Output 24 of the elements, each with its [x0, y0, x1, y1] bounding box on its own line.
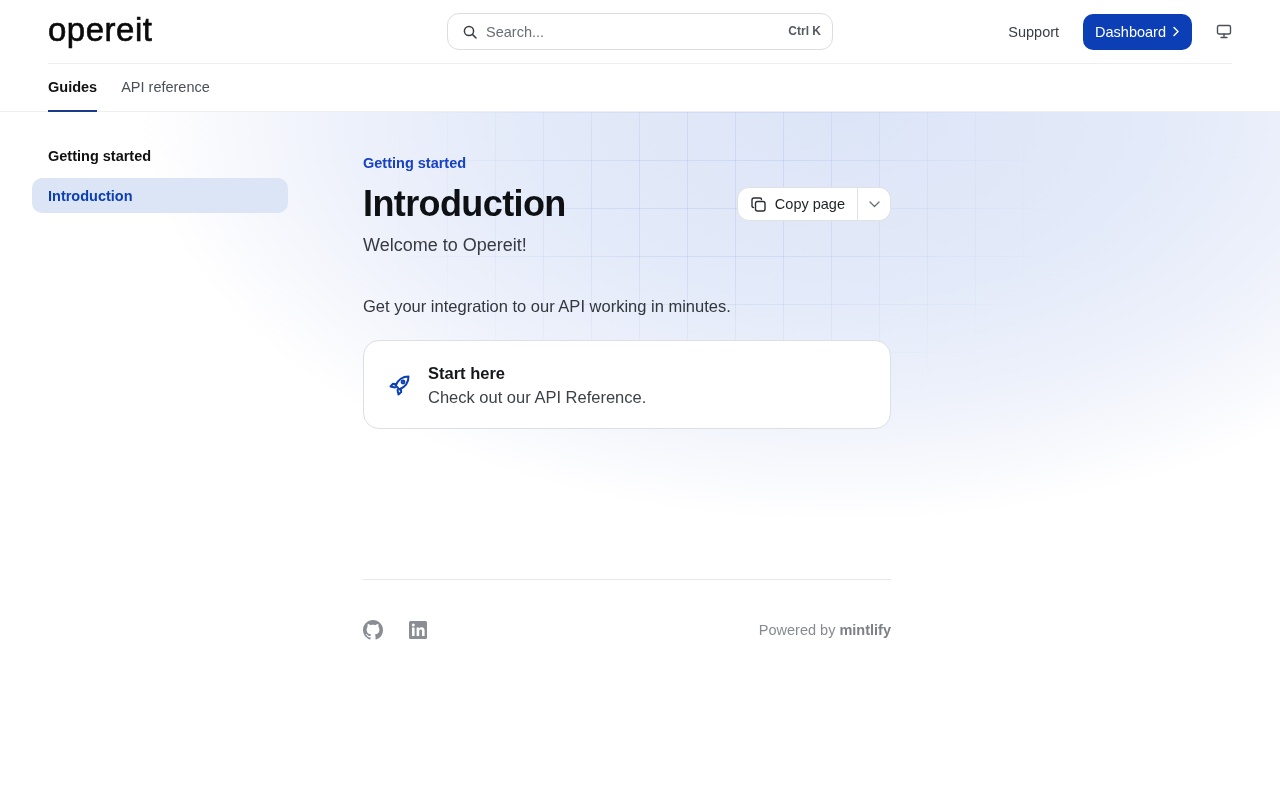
sidebar-item[interactable]: Introduction — [32, 178, 288, 213]
shortcut-hint: Ctrl K — [788, 24, 821, 39]
sidebar-group-title: Getting started — [47, 147, 153, 166]
linkedin-icon[interactable] — [408, 620, 428, 640]
card-title: Start here — [428, 362, 507, 384]
copy-icon — [750, 196, 766, 212]
powered-by-link[interactable]: Powered by mintlify — [758, 622, 891, 638]
support-link[interactable]: Support — [1008, 23, 1060, 40]
card-description: Check out our API Reference. — [428, 386, 647, 408]
copy-options-button[interactable] — [858, 187, 891, 221]
dashboard-button[interactable]: Dashboard — [1083, 13, 1192, 50]
start-card[interactable]: Start here Check out our API Reference. — [363, 340, 891, 429]
search-icon — [463, 25, 477, 39]
breadcrumb-text: Getting started — [363, 154, 468, 173]
page-title: Introduction — [363, 182, 566, 226]
nav-tab[interactable]: API reference — [121, 64, 210, 112]
monitor-icon[interactable] — [1216, 24, 1232, 39]
body-text: Get your integration to our API working in minutes. — [363, 296, 732, 317]
copy-page-button[interactable]: Copy page — [736, 187, 858, 221]
page-subtitle: Welcome to Opereit! — [363, 234, 528, 257]
github-icon[interactable] — [363, 620, 383, 640]
logo[interactable]: opereit — [48, 13, 153, 46]
chevron-down-icon — [868, 200, 880, 208]
chevron-right-icon — [1172, 26, 1180, 37]
